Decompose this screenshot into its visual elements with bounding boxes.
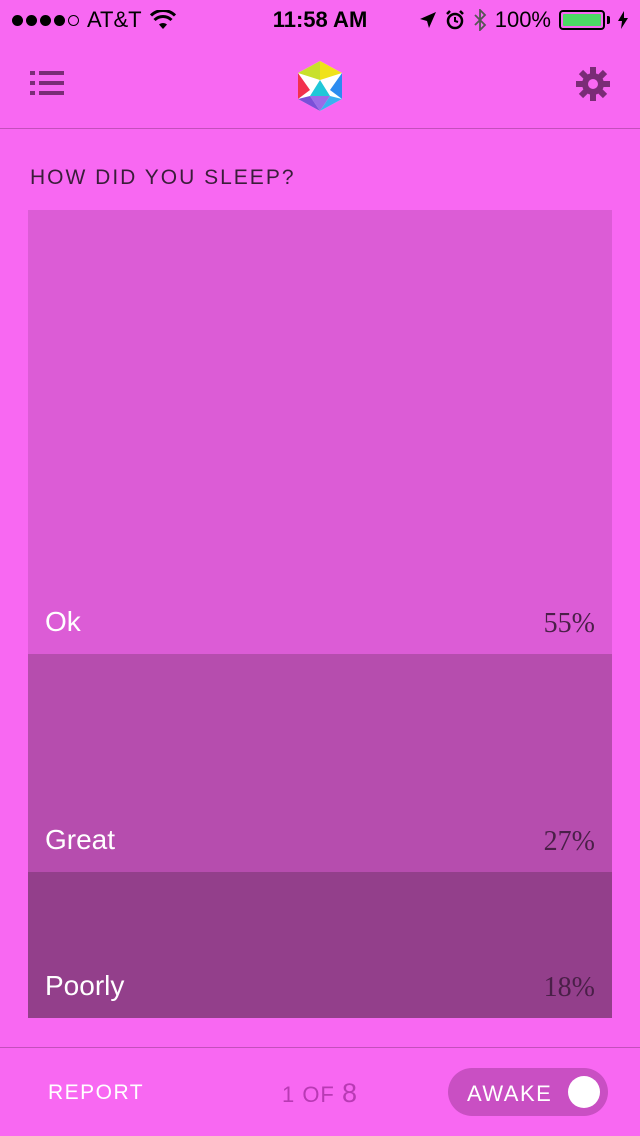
nav-bar [0, 40, 640, 129]
awake-toggle[interactable]: AWAKE [448, 1068, 608, 1116]
bar-value: 27% [543, 826, 595, 857]
wifi-icon [149, 10, 176, 29]
page-indicator-total: 8 [342, 1078, 359, 1108]
alarm-icon [445, 10, 464, 30]
bottom-bar: REPORT 1 OF 8 AWAKE [0, 1047, 640, 1136]
bar-poorly[interactable]: Poorly 18% [28, 872, 612, 1018]
bar-label: Poorly [45, 970, 125, 1001]
status-bar: AT&T 11:58 AM 100% [0, 0, 640, 40]
carrier-label: AT&T [87, 7, 142, 32]
toggle-knob [568, 1076, 600, 1108]
sleep-chart: Ok 55% Great 27% Poorly 18% [28, 210, 612, 1018]
list-icon[interactable] [30, 70, 64, 96]
bar-label: Great [45, 824, 116, 855]
signal-strength-icon [12, 14, 79, 26]
bar-label: Ok [45, 606, 81, 637]
bar-great[interactable]: Great 27% [28, 654, 612, 872]
charging-icon [618, 11, 628, 29]
battery-icon [559, 10, 610, 30]
status-left: AT&T [12, 7, 176, 33]
bar-value: 18% [543, 972, 595, 1003]
awake-toggle-label: AWAKE [467, 1081, 553, 1106]
bluetooth-icon [474, 9, 486, 31]
gear-icon[interactable] [576, 67, 610, 101]
page-indicator-prefix: 1 OF [281, 1082, 335, 1107]
question-heading: HOW DID YOU SLEEP? [30, 166, 296, 189]
logo-icon[interactable] [296, 60, 344, 112]
bar-value: 55% [543, 608, 595, 639]
battery-percent: 100% [494, 7, 551, 32]
status-right: 100% [419, 7, 628, 33]
bar-ok[interactable]: Ok 55% [28, 210, 612, 654]
location-arrow-icon [419, 12, 436, 28]
